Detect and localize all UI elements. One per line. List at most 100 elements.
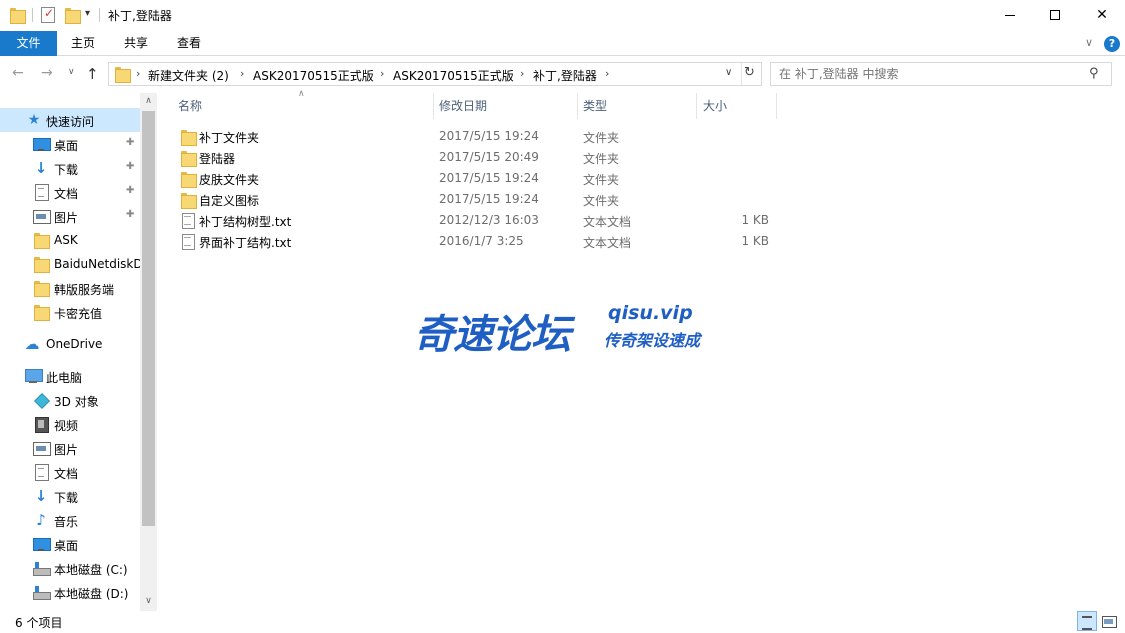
pin-icon[interactable]: ✚ [126, 185, 134, 196]
refresh-icon[interactable]: ↻ [744, 65, 755, 80]
column-divider[interactable] [696, 93, 697, 119]
sidebar-item-this-pc[interactable]: 此电脑 [0, 364, 140, 388]
breadcrumb-item[interactable]: ASK20170515正式版 [253, 67, 374, 84]
breadcrumb-item[interactable]: 补丁,登陆器 [533, 67, 597, 84]
column-header-name[interactable]: 名称 [178, 93, 202, 119]
sidebar-item-label: 3D 对象 [54, 395, 99, 409]
sidebar-item-korean-server[interactable]: 韩版服务端 [0, 276, 140, 300]
column-header-date[interactable]: 修改日期 [439, 93, 487, 119]
watermark-logo: 奇速论坛 qisu.vip 传奇架设速成 [414, 302, 714, 358]
sidebar-item-label: 下载 [54, 163, 79, 177]
file-row[interactable]: 皮肤文件夹 2017/5/15 19:24 文件夹 [175, 168, 775, 189]
sidebar-item-quick-access[interactable]: ★ 快速访问 [0, 108, 140, 132]
sidebar-item-desktop-pc[interactable]: 桌面 [0, 532, 140, 556]
file-name: 补丁文件夹 [199, 131, 260, 145]
sidebar-item-downloads-pc[interactable]: ↓ 下载 [0, 484, 140, 508]
pin-icon[interactable]: ✚ [126, 209, 134, 220]
folder-icon [33, 232, 50, 249]
desktop-icon [33, 136, 51, 152]
sidebar-scrollbar[interactable]: ∧ ∨ [140, 93, 157, 611]
file-type: 文件夹 [583, 173, 620, 187]
sidebar-item-pictures[interactable]: 图片 ✚ [0, 204, 140, 228]
address-row: ← → ∨ ↑ › 新建文件夹 (2) › ASK20170515正式版 › A… [0, 57, 1125, 91]
sidebar-item-label: 音乐 [54, 515, 79, 529]
pin-icon[interactable]: ✚ [126, 137, 134, 148]
large-icons-view-icon[interactable] [1101, 613, 1117, 629]
sidebar-item-label: 本地磁盘 (C:) [54, 563, 128, 577]
breadcrumb-separator[interactable]: › [605, 67, 609, 80]
customize-toolbar-dropdown[interactable]: ▾ [85, 8, 90, 19]
sidebar-item-drive-c[interactable]: 本地磁盘 (C:) [0, 556, 140, 580]
search-box[interactable]: ⚲ [770, 62, 1112, 86]
breadcrumb-item[interactable]: ASK20170515正式版 [393, 67, 514, 84]
watermark-title: 奇速论坛 [414, 312, 571, 358]
recent-locations-dropdown[interactable]: ∨ [68, 67, 75, 77]
column-header-size[interactable]: 大小 [703, 93, 727, 119]
breadcrumb-separator[interactable]: › [520, 67, 524, 80]
file-name: 界面补丁结构.txt [199, 236, 292, 250]
breadcrumb-item[interactable]: 新建文件夹 (2) [148, 67, 229, 84]
sidebar-item-documents-pc[interactable]: 文档 [0, 460, 140, 484]
help-icon[interactable]: ? [1104, 36, 1120, 52]
sidebar-item-baidunetdisk[interactable]: BaiduNetdiskD [0, 252, 143, 276]
column-divider[interactable] [433, 93, 434, 119]
maximize-icon [1050, 10, 1060, 20]
column-divider[interactable] [577, 93, 578, 119]
watermark-subtitle: 传奇架设速成 [604, 331, 701, 350]
column-divider[interactable] [776, 93, 777, 119]
forward-button[interactable]: → [41, 65, 53, 81]
sidebar-item-documents[interactable]: 文档 ✚ [0, 180, 140, 204]
sidebar-item-onedrive[interactable]: ☁ OneDrive [0, 332, 140, 356]
sidebar-item-drive-d[interactable]: 本地磁盘 (D:) [0, 580, 140, 604]
sidebar-item-pictures-pc[interactable]: 图片 [0, 436, 140, 460]
scroll-down-icon[interactable]: ∨ [140, 593, 157, 610]
scroll-thumb[interactable] [142, 111, 155, 526]
minimize-button[interactable] [987, 0, 1033, 31]
tab-file[interactable]: 文件 [0, 31, 57, 56]
file-row[interactable]: 补丁文件夹 2017/5/15 19:24 文件夹 [175, 126, 775, 147]
file-row[interactable]: 登陆器 2017/5/15 20:49 文件夹 [175, 147, 775, 168]
file-row[interactable]: 自定义图标 2017/5/15 19:24 文件夹 [175, 189, 775, 210]
sidebar-item-card-recharge[interactable]: 卡密充值 [0, 300, 140, 324]
search-icon[interactable]: ⚲ [1089, 66, 1099, 81]
up-button[interactable]: ↑ [86, 65, 99, 83]
address-history-dropdown[interactable]: ∨ [725, 67, 732, 78]
scroll-up-icon[interactable]: ∧ [140, 93, 157, 110]
title-bar: ✓ ▾ 补丁,登陆器 ✕ [0, 0, 1125, 31]
search-input[interactable] [779, 67, 1079, 81]
file-size: 1 KB [741, 234, 769, 248]
breadcrumb-separator[interactable]: › [136, 67, 140, 80]
sidebar-item-3d-objects[interactable]: 3D 对象 [0, 388, 140, 412]
tab-home[interactable]: 主页 [71, 31, 95, 56]
window-title: 补丁,登陆器 [108, 9, 172, 23]
quick-access-folder-icon[interactable] [10, 7, 26, 24]
sidebar-item-desktop[interactable]: 桌面 ✚ [0, 132, 140, 156]
tab-view[interactable]: 查看 [177, 31, 201, 56]
file-type: 文件夹 [583, 131, 620, 145]
file-row[interactable]: 界面补丁结构.txt 2016/1/7 3:25 文本文档 1 KB [175, 231, 775, 252]
expand-ribbon-icon[interactable]: ∨ [1085, 36, 1093, 49]
download-icon: ↓ [34, 159, 48, 177]
address-bar[interactable]: › 新建文件夹 (2) › ASK20170515正式版 › ASK201705… [108, 62, 762, 86]
tab-share[interactable]: 共享 [124, 31, 148, 56]
breadcrumb-separator[interactable]: › [380, 67, 384, 80]
sidebar-item-videos[interactable]: 视频 [0, 412, 140, 436]
sidebar-item-label: 图片 [54, 211, 79, 225]
file-date: 2017/5/15 19:24 [439, 171, 539, 185]
sidebar-item-downloads[interactable]: ↓ 下载 ✚ [0, 156, 140, 180]
properties-icon[interactable]: ✓ [41, 6, 55, 23]
sidebar-item-music[interactable]: ♪ 音乐 [0, 508, 140, 532]
sidebar-item-ask[interactable]: ASK [0, 228, 140, 252]
details-view-icon[interactable] [1077, 611, 1097, 631]
pin-icon[interactable]: ✚ [126, 161, 134, 172]
close-button[interactable]: ✕ [1079, 0, 1125, 31]
maximize-button[interactable] [1032, 0, 1078, 31]
file-row[interactable]: 补丁结构树型.txt 2012/12/3 16:03 文本文档 1 KB [175, 210, 775, 231]
column-header-type[interactable]: 类型 [583, 93, 607, 119]
breadcrumb-separator[interactable]: › [240, 67, 244, 80]
toolbar-divider [32, 8, 33, 22]
divider [741, 63, 742, 85]
folder-icon [180, 171, 197, 188]
new-folder-icon[interactable] [65, 7, 81, 24]
back-button[interactable]: ← [12, 65, 24, 81]
